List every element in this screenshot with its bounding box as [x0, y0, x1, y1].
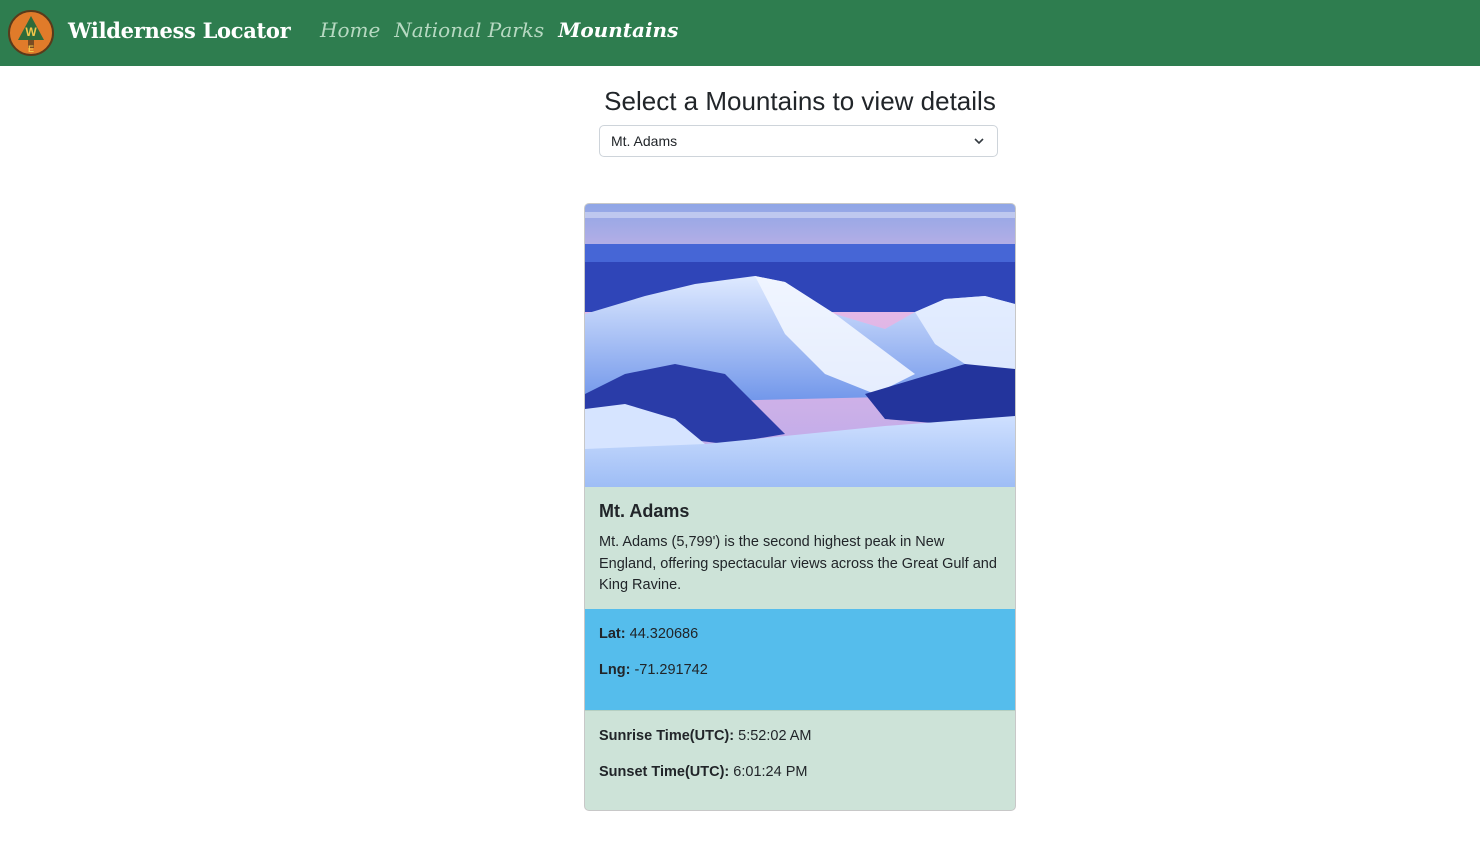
mountain-select[interactable]: Mt. Adams — [599, 125, 998, 157]
chevron-down-icon — [974, 138, 984, 145]
longitude-label: Lng: — [599, 662, 631, 678]
longitude-value: -71.291742 — [634, 662, 708, 678]
nav-mountains[interactable]: Mountains — [558, 18, 678, 42]
sun-times-section: Sunrise Time(UTC): 5:52:02 AM Sunset Tim… — [585, 710, 1015, 810]
main-nav: Home National Parks Mountains — [320, 18, 678, 42]
mountain-card: Mt. Adams Mt. Adams (5,799') is the seco… — [584, 203, 1016, 811]
wilderness-logo-icon[interactable]: W E — [8, 10, 54, 56]
selector-heading: Select a Mountains to view details — [604, 86, 996, 116]
card-description: Mt. Adams (5,799') is the second highest… — [599, 534, 997, 593]
logo-letter-w: W — [25, 25, 37, 39]
mountain-select-value: Mt. Adams — [611, 133, 678, 149]
sunrise-value: 5:52:02 AM — [738, 728, 812, 744]
latitude-label: Lat: — [599, 626, 626, 642]
sunset-value: 6:01:24 PM — [733, 764, 808, 780]
sunrise-label: Sunrise Time(UTC): — [599, 728, 735, 744]
nav-national-parks[interactable]: National Parks — [394, 18, 544, 42]
latitude-row: Lat: 44.320686 — [599, 626, 1001, 644]
coordinates-section: Lat: 44.320686 Lng: -71.291742 — [585, 609, 1015, 710]
mountain-photo — [585, 204, 1015, 487]
card-body: Mt. Adams Mt. Adams (5,799') is the seco… — [585, 487, 1015, 609]
latitude-value: 44.320686 — [629, 626, 699, 642]
card-title: Mt. Adams — [599, 501, 690, 521]
sunset-row: Sunset Time(UTC): 6:01:24 PM — [599, 764, 1001, 782]
logo-letter-e: E — [28, 44, 34, 54]
navbar: W E Wilderness Locator Home National Par… — [0, 0, 1480, 66]
sunset-label: Sunset Time(UTC): — [599, 764, 730, 780]
longitude-row: Lng: -71.291742 — [599, 662, 1001, 680]
nav-home[interactable]: Home — [320, 18, 380, 42]
brand-name[interactable]: Wilderness Locator — [68, 18, 291, 43]
sunrise-row: Sunrise Time(UTC): 5:52:02 AM — [599, 728, 1001, 746]
